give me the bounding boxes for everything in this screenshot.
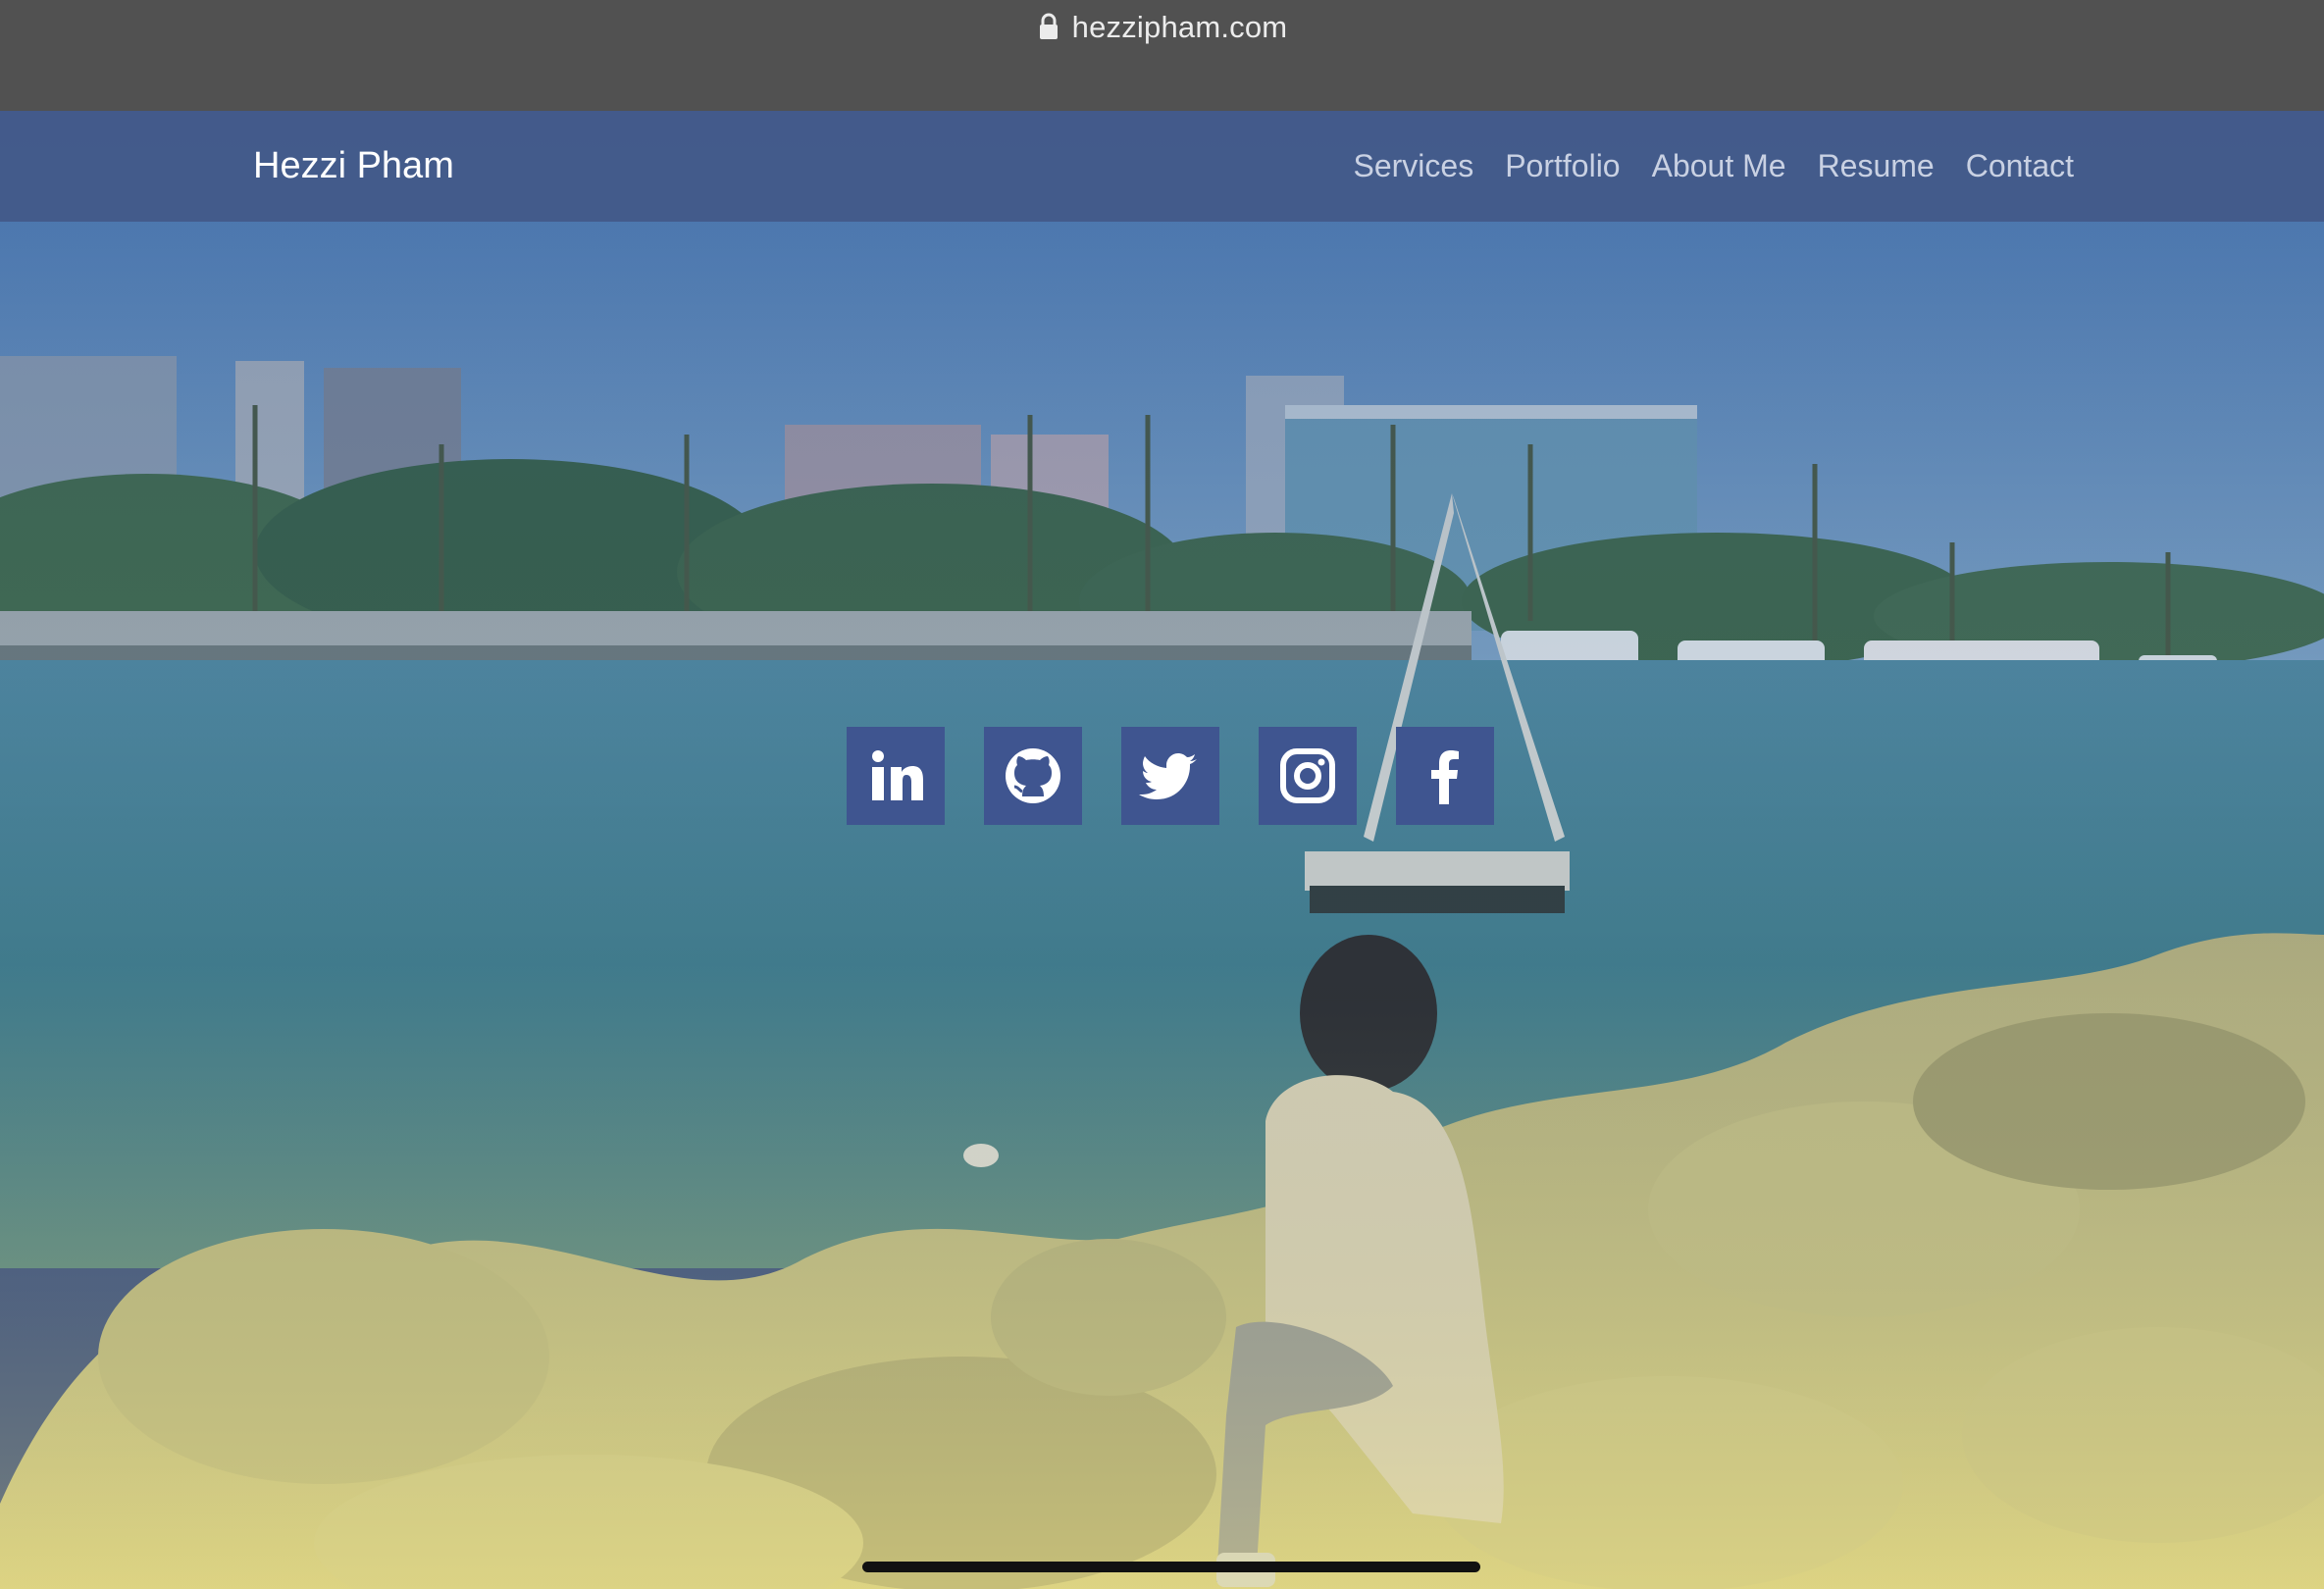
- browser-url-bar[interactable]: hezzipham.com: [0, 0, 2324, 111]
- lock-icon: [1039, 13, 1058, 39]
- instagram-button[interactable]: [1259, 727, 1357, 825]
- site-brand[interactable]: Hezzi Pham: [253, 145, 454, 187]
- instagram-icon: [1280, 748, 1335, 803]
- twitter-button[interactable]: [1121, 727, 1219, 825]
- nav-link-contact[interactable]: Contact: [1966, 148, 2074, 184]
- nav-link-resume[interactable]: Resume: [1818, 148, 1935, 184]
- linkedin-button[interactable]: [847, 727, 945, 825]
- url-text: hezzipham.com: [1071, 10, 1288, 44]
- nav-link-about-me[interactable]: About Me: [1652, 148, 1786, 184]
- facebook-icon: [1431, 750, 1459, 804]
- github-button[interactable]: [984, 727, 1082, 825]
- facebook-button[interactable]: [1396, 727, 1494, 825]
- site-navbar: Hezzi Pham Services Portfolio About Me R…: [0, 111, 2324, 222]
- url-display[interactable]: hezzipham.com: [0, 10, 2324, 45]
- twitter-icon: [1139, 753, 1197, 799]
- nav-link-services[interactable]: Services: [1354, 148, 1474, 184]
- page: hezzipham.com Hezzi Pham Services Portfo…: [0, 0, 2324, 1589]
- home-indicator[interactable]: [862, 1562, 1480, 1572]
- hero-background: [0, 111, 2324, 1589]
- nav-link-portfolio[interactable]: Portfolio: [1505, 148, 1620, 184]
- github-icon: [1006, 748, 1060, 803]
- nav-links: Services Portfolio About Me Resume Conta…: [1354, 148, 2075, 184]
- hero-photo: [0, 111, 2324, 1589]
- social-links: [847, 727, 1494, 825]
- linkedin-icon: [872, 750, 923, 800]
